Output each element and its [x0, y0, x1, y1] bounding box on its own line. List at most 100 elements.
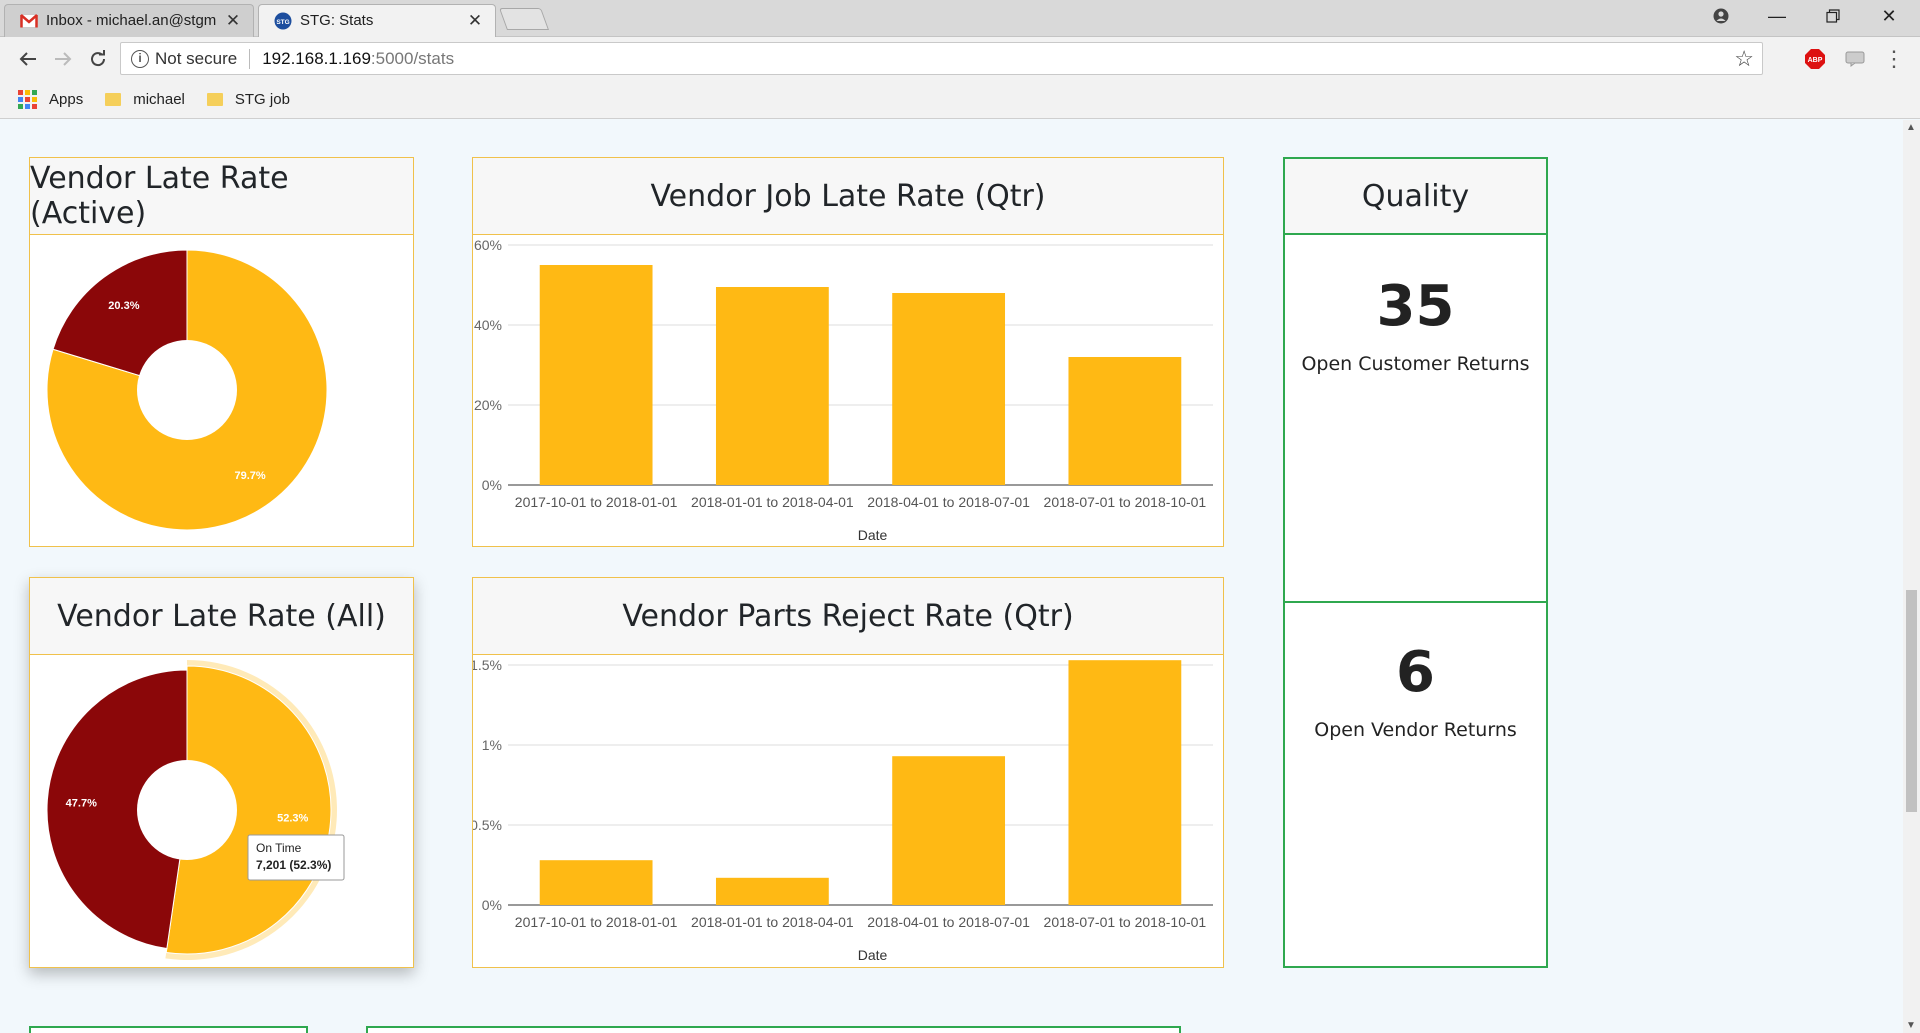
- reload-icon[interactable]: [84, 45, 112, 73]
- divider: [1285, 601, 1546, 603]
- card-vendor-job-late: Vendor Job Late Rate (Qtr) 0% 20% 40% 60% 20…: [472, 157, 1224, 547]
- tooltip-label: On Time: [256, 841, 302, 855]
- address-bar[interactable]: i Not secure 192.168.1.169:5000/stats ☆: [120, 42, 1763, 75]
- menu-icon[interactable]: ⋮: [1882, 46, 1906, 71]
- card-vendor-late-all: Vendor Late Rate (All) 52.3% 47.7% On Time…: [29, 577, 414, 968]
- bar-chart-job-late: 0% 20% 40% 60% 2017-10-01 to 2018-01-01 2018-…: [474, 237, 1213, 543]
- donut-hole: [137, 760, 237, 860]
- card-partial: [366, 1026, 1181, 1033]
- url-path: :5000/stats: [370, 48, 455, 68]
- y-tick-label: 60%: [474, 237, 502, 253]
- x-tick-label: 2018-04-01 to 2018-07-01: [867, 914, 1030, 930]
- tab-inbox[interactable]: Inbox - michael.an@stgm ✕: [4, 4, 254, 37]
- bookmarks-bar: Apps michael STG job: [0, 81, 1920, 119]
- forward-icon[interactable]: [49, 45, 77, 73]
- gmail-icon: [20, 12, 38, 30]
- x-tick-label: 2017-10-01 to 2018-01-01: [515, 914, 678, 930]
- profile-icon[interactable]: [1693, 0, 1749, 32]
- browser-window: Inbox - michael.an@stgm ✕ STG STG: Stats…: [0, 0, 1920, 1033]
- customer-returns-stat[interactable]: 35 Open Customer Returns: [1285, 274, 1546, 375]
- info-icon[interactable]: i: [131, 49, 149, 68]
- card-vendor-parts-reject: Vendor Parts Reject Rate (Qtr) 0% 0.5% 1% 1…: [470, 577, 1224, 968]
- x-tick-label: 2018-07-01 to 2018-10-01: [1044, 494, 1207, 510]
- tab-title: Inbox - michael.an@stgm: [46, 12, 217, 29]
- bar[interactable]: [892, 293, 1006, 485]
- bookmark-apps[interactable]: Apps: [18, 90, 83, 109]
- card-title: Vendor Late Rate (Active): [30, 158, 413, 235]
- tab-strip: Inbox - michael.an@stgm ✕ STG STG: Stats…: [0, 0, 1920, 37]
- card-title: Vendor Parts Reject Rate (Qtr): [473, 578, 1223, 655]
- pie-chart-late-all: 52.3% 47.7% On Time 7,201 (52.3%): [46, 660, 345, 960]
- bookmark-stg-job[interactable]: STG job: [206, 91, 290, 108]
- y-tick-label: 20%: [474, 397, 502, 413]
- bar[interactable]: [892, 756, 1006, 905]
- pie-slice-label: 79.7%: [235, 470, 266, 482]
- browser-toolbar: i Not secure 192.168.1.169:5000/stats ☆ …: [0, 37, 1920, 81]
- extension-icon[interactable]: [1843, 47, 1867, 71]
- bar[interactable]: [539, 265, 653, 485]
- card-quality: Quality 35 Open Customer Returns 6 Open …: [1283, 157, 1548, 968]
- bookmark-label: michael: [133, 91, 185, 108]
- scrollbar[interactable]: ▲ ▼: [1903, 120, 1920, 1033]
- folder-icon: [206, 93, 223, 106]
- customer-returns-label: Open Customer Returns: [1301, 353, 1530, 375]
- x-tick-label: 2018-01-01 to 2018-04-01: [691, 914, 854, 930]
- chart-tooltip: On Time 7,201 (52.3%): [247, 834, 345, 881]
- bar[interactable]: [715, 877, 829, 905]
- y-tick-label: 40%: [474, 317, 502, 333]
- card-partial: [29, 1026, 308, 1033]
- minimize-button[interactable]: —: [1749, 0, 1805, 32]
- vendor-returns-label: Open Vendor Returns: [1314, 719, 1517, 741]
- tab-stats[interactable]: STG STG: Stats ✕: [258, 4, 496, 37]
- tooltip-value: 7,201 (52.3%): [256, 858, 331, 872]
- back-icon[interactable]: [14, 45, 42, 73]
- close-tab-icon[interactable]: ✕: [224, 11, 242, 30]
- adblock-icon[interactable]: ABP: [1803, 47, 1827, 71]
- folder-icon: [105, 93, 122, 106]
- pie-slice-label: 47.7%: [66, 797, 97, 809]
- x-tick-label: 2018-07-01 to 2018-10-01: [1044, 914, 1207, 930]
- scroll-up-icon[interactable]: ▲: [1906, 122, 1916, 133]
- bar-chart-parts-reject: 0% 0.5% 1% 1.5% 2017-10-01 to 2018-01-01 2018…: [470, 657, 1213, 963]
- bar[interactable]: [539, 860, 653, 905]
- apps-grid-icon: [18, 90, 37, 109]
- pie-slice-label: 52.3%: [277, 813, 308, 825]
- customer-returns-value: 35: [1376, 274, 1455, 339]
- x-tick-label: 2017-10-01 to 2018-01-01: [515, 494, 678, 510]
- x-axis-label: Date: [858, 527, 888, 543]
- card-title: Quality: [1285, 159, 1546, 235]
- card-title: Vendor Job Late Rate (Qtr): [473, 158, 1223, 235]
- donut-hole: [137, 340, 237, 440]
- pie-chart-late-active: 79.7% 20.3%: [46, 249, 328, 531]
- page-viewport: Vendor Late Rate (Active) 79.7% 20.3% Ven…: [0, 120, 1920, 1033]
- bookmark-label: Apps: [49, 91, 84, 108]
- tab-title: STG: Stats: [300, 12, 374, 29]
- y-tick-label: 1%: [482, 737, 502, 753]
- close-window-button[interactable]: ✕: [1861, 0, 1917, 32]
- bookmark-label: STG job: [234, 91, 290, 108]
- svg-text:ABP: ABP: [1808, 57, 1823, 64]
- restore-button[interactable]: [1805, 0, 1861, 32]
- new-tab-button[interactable]: [498, 8, 550, 30]
- bar[interactable]: [1068, 660, 1182, 905]
- bookmark-star-icon[interactable]: ☆: [1734, 46, 1754, 72]
- svg-text:STG: STG: [276, 19, 289, 26]
- vendor-returns-stat[interactable]: 6 Open Vendor Returns: [1285, 640, 1546, 741]
- url-host: 192.168.1.169: [262, 48, 371, 68]
- bar[interactable]: [1068, 357, 1182, 485]
- stg-icon: STG: [274, 12, 292, 30]
- divider: [249, 48, 251, 69]
- card-vendor-late-active: Vendor Late Rate (Active) 79.7% 20.3%: [29, 157, 414, 547]
- scrollbar-thumb[interactable]: [1906, 590, 1917, 812]
- y-tick-label: 0%: [482, 477, 502, 493]
- close-tab-icon[interactable]: ✕: [466, 11, 484, 30]
- x-tick-label: 2018-04-01 to 2018-07-01: [867, 494, 1030, 510]
- bar[interactable]: [715, 287, 829, 485]
- scroll-down-icon[interactable]: ▼: [1906, 1020, 1916, 1031]
- x-axis-label: Date: [858, 947, 888, 963]
- security-label: Not secure: [155, 48, 238, 68]
- bookmark-michael[interactable]: michael: [105, 91, 185, 108]
- x-tick-label: 2018-01-01 to 2018-04-01: [691, 494, 854, 510]
- y-tick-label: 0.5%: [473, 817, 502, 833]
- pie-slice-label: 20.3%: [108, 300, 139, 312]
